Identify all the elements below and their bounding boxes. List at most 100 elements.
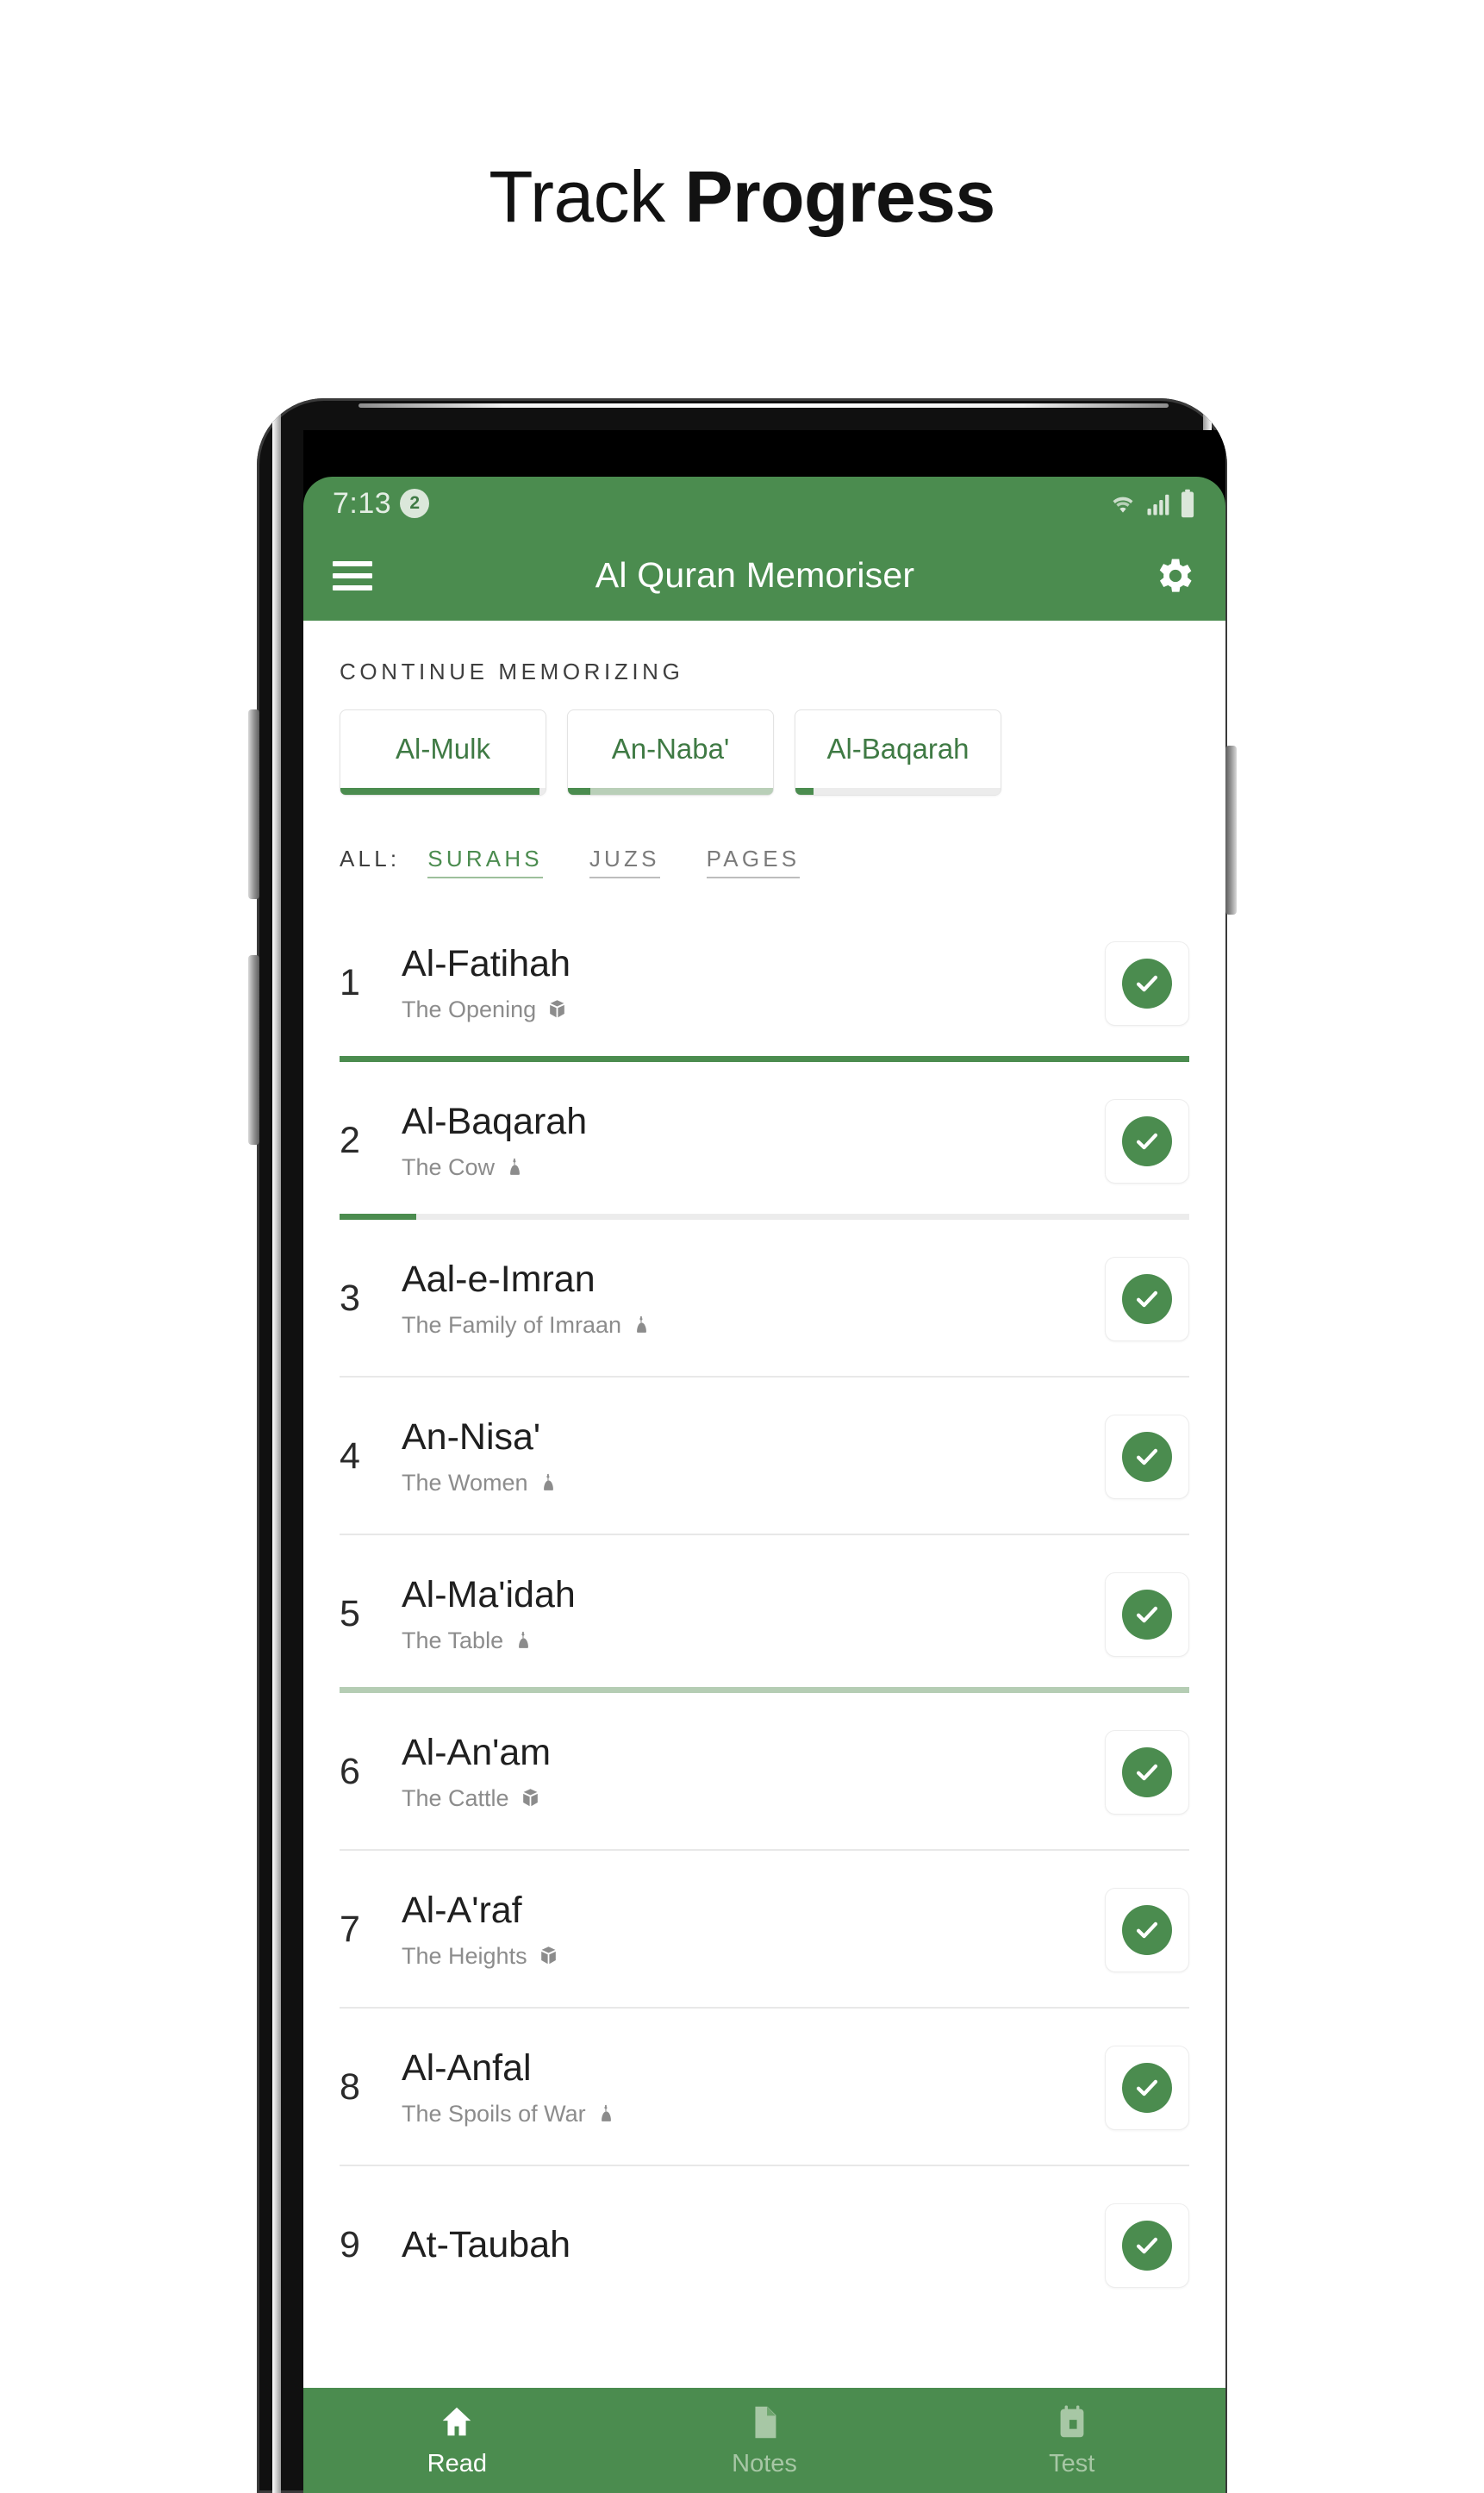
surah-number: 2 bbox=[340, 1120, 360, 1161]
memorized-checkbox[interactable] bbox=[1105, 1098, 1189, 1184]
check-circle bbox=[1122, 2062, 1172, 2113]
gear-icon[interactable] bbox=[1151, 553, 1196, 598]
check-icon bbox=[1136, 1606, 1158, 1622]
memorized-checkbox[interactable] bbox=[1105, 1729, 1189, 1815]
table-row[interactable]: 8 Al-Anfal The Spoils of War bbox=[340, 2009, 1189, 2166]
surah-subtitle-row: The Cow bbox=[402, 1154, 1105, 1181]
continue-memorizing-cards: Al-Mulk An-Naba' Al-Baqarah bbox=[303, 685, 1225, 796]
check-icon bbox=[1136, 975, 1158, 991]
surah-meaning: The Table bbox=[402, 1627, 504, 1653]
surah-texts: Al-Fatihah The Opening bbox=[402, 943, 1105, 1022]
surah-subtitle-row: The Women bbox=[402, 1470, 1105, 1496]
app-bar: Al Quran Memoriser bbox=[303, 530, 1225, 621]
phone-mockup: 7:13 2 Al Quran Memoriser CONTINUE MEMOR… bbox=[234, 398, 1250, 2493]
app-title: Al Quran Memoriser bbox=[595, 555, 915, 595]
check-icon bbox=[1136, 1764, 1158, 1780]
nav-label-read: Read bbox=[427, 2450, 487, 2477]
check-icon bbox=[1136, 2079, 1158, 2096]
minaret-icon bbox=[519, 1631, 529, 1648]
wifi-icon bbox=[1113, 497, 1133, 513]
surah-meaning: The Women bbox=[402, 1469, 528, 1496]
surah-meaning: The Heights bbox=[402, 1942, 527, 1969]
table-row[interactable]: 9 At-Taubah bbox=[340, 2166, 1189, 2324]
memorized-checkbox[interactable] bbox=[1105, 1414, 1189, 1499]
surah-list: 1 Al-Fatihah The Opening 2 Al-Baqarah Th… bbox=[303, 904, 1225, 2324]
table-row[interactable]: 3 Aal-e-Imran The Family of Imraan bbox=[340, 1220, 1189, 1378]
surah-name: Al-An'am bbox=[402, 1732, 552, 1774]
table-row[interactable]: 1 Al-Fatihah The Opening bbox=[340, 904, 1189, 1062]
surah-texts: At-Taubah bbox=[402, 2224, 1105, 2265]
surah-name: An-Nisa' bbox=[402, 1416, 541, 1459]
filter-label: ALL: bbox=[340, 846, 401, 872]
kaaba-icon bbox=[522, 1788, 538, 1806]
page-title-bold: Progress bbox=[684, 156, 996, 237]
surah-subtitle-row: The Table bbox=[402, 1628, 1105, 1654]
continue-card[interactable]: Al-Mulk bbox=[340, 709, 546, 796]
check-circle bbox=[1122, 1431, 1172, 1482]
check-circle bbox=[1122, 1115, 1172, 1166]
surah-name: Al-A'raf bbox=[402, 1890, 522, 1932]
surah-number: 6 bbox=[340, 1751, 360, 1792]
nav-item-test[interactable]: Test bbox=[918, 2388, 1225, 2493]
main-content: CONTINUE MEMORIZING Al-Mulk An-Naba' Al-… bbox=[303, 621, 1225, 2493]
memorized-checkbox[interactable] bbox=[1105, 940, 1189, 1026]
check-circle bbox=[1122, 1589, 1172, 1640]
kaaba-icon bbox=[550, 999, 564, 1017]
table-row[interactable]: 7 Al-A'raf The Heights bbox=[340, 1851, 1189, 2009]
volume-up-button[interactable] bbox=[248, 709, 259, 899]
table-row[interactable]: 2 Al-Baqarah The Cow bbox=[340, 1062, 1189, 1220]
table-row[interactable]: 5 Al-Ma'idah The Table bbox=[340, 1535, 1189, 1693]
memorized-checkbox[interactable] bbox=[1105, 1887, 1189, 1972]
surah-meaning: The Opening bbox=[402, 996, 537, 1022]
document-icon bbox=[755, 2406, 776, 2439]
filter-surahs[interactable]: SURAHS bbox=[427, 846, 543, 878]
surah-number: 1 bbox=[340, 962, 360, 1003]
surah-texts: Aal-e-Imran The Family of Imraan bbox=[402, 1259, 1105, 1338]
filter-pages[interactable]: PAGES bbox=[706, 846, 801, 878]
surah-meaning: The Cow bbox=[402, 1153, 496, 1180]
continue-memorizing-label: CONTINUE MEMORIZING bbox=[340, 659, 684, 684]
continue-card-label: Al-Mulk bbox=[395, 733, 490, 765]
surah-name: Al-Anfal bbox=[402, 2047, 532, 2090]
table-row[interactable]: 4 An-Nisa' The Women bbox=[340, 1378, 1189, 1535]
minaret-icon bbox=[601, 2104, 611, 2121]
home-icon bbox=[443, 2407, 471, 2436]
surah-name: Al-Fatihah bbox=[402, 943, 571, 985]
continue-card[interactable]: Al-Baqarah bbox=[795, 709, 1001, 796]
surah-meaning: The Spoils of War bbox=[402, 2100, 586, 2127]
status-bar-right bbox=[1108, 489, 1196, 518]
memorized-checkbox[interactable] bbox=[1105, 1256, 1189, 1341]
memorized-checkbox[interactable] bbox=[1105, 2202, 1189, 2288]
continue-card-label: Al-Baqarah bbox=[826, 733, 970, 765]
volume-down-button[interactable] bbox=[248, 955, 259, 1145]
nav-item-notes[interactable]: Notes bbox=[611, 2388, 919, 2493]
status-time: 7:13 bbox=[333, 486, 392, 520]
memorized-checkbox[interactable] bbox=[1105, 2045, 1189, 2130]
surah-texts: Al-Baqarah The Cow bbox=[402, 1101, 1105, 1180]
surah-number: 9 bbox=[340, 2224, 360, 2265]
surah-number: 7 bbox=[340, 1909, 360, 1950]
table-row[interactable]: 6 Al-An'am The Cattle bbox=[340, 1693, 1189, 1851]
surah-name: Al-Ma'idah bbox=[402, 1574, 576, 1616]
check-icon bbox=[1136, 2237, 1158, 2253]
surah-subtitle-row: The Family of Imraan bbox=[402, 1312, 1105, 1339]
nav-label-notes: Notes bbox=[732, 2450, 797, 2477]
phone-frame: 7:13 2 Al Quran Memoriser CONTINUE MEMOR… bbox=[257, 398, 1227, 2493]
check-circle bbox=[1122, 1273, 1172, 1324]
signal-icon bbox=[1147, 494, 1169, 515]
surah-number: 8 bbox=[340, 2066, 360, 2108]
surah-number: 4 bbox=[340, 1435, 360, 1477]
phone-screen: 7:13 2 Al Quran Memoriser CONTINUE MEMOR… bbox=[303, 430, 1225, 2493]
status-bar: 7:13 2 bbox=[303, 477, 1225, 530]
filter-juzs[interactable]: JUZS bbox=[589, 846, 660, 878]
check-icon bbox=[1136, 1133, 1158, 1149]
surah-subtitle-row: The Cattle bbox=[402, 1785, 1105, 1812]
minaret-icon bbox=[543, 1473, 553, 1490]
power-button[interactable] bbox=[1225, 746, 1237, 915]
nav-item-read[interactable]: Read bbox=[303, 2388, 611, 2493]
memorized-checkbox[interactable] bbox=[1105, 1571, 1189, 1657]
calendar-icon bbox=[1060, 2405, 1084, 2438]
frame-left-edge bbox=[272, 407, 281, 2493]
continue-card[interactable]: An-Naba' bbox=[567, 709, 774, 796]
check-circle bbox=[1122, 1904, 1172, 1955]
